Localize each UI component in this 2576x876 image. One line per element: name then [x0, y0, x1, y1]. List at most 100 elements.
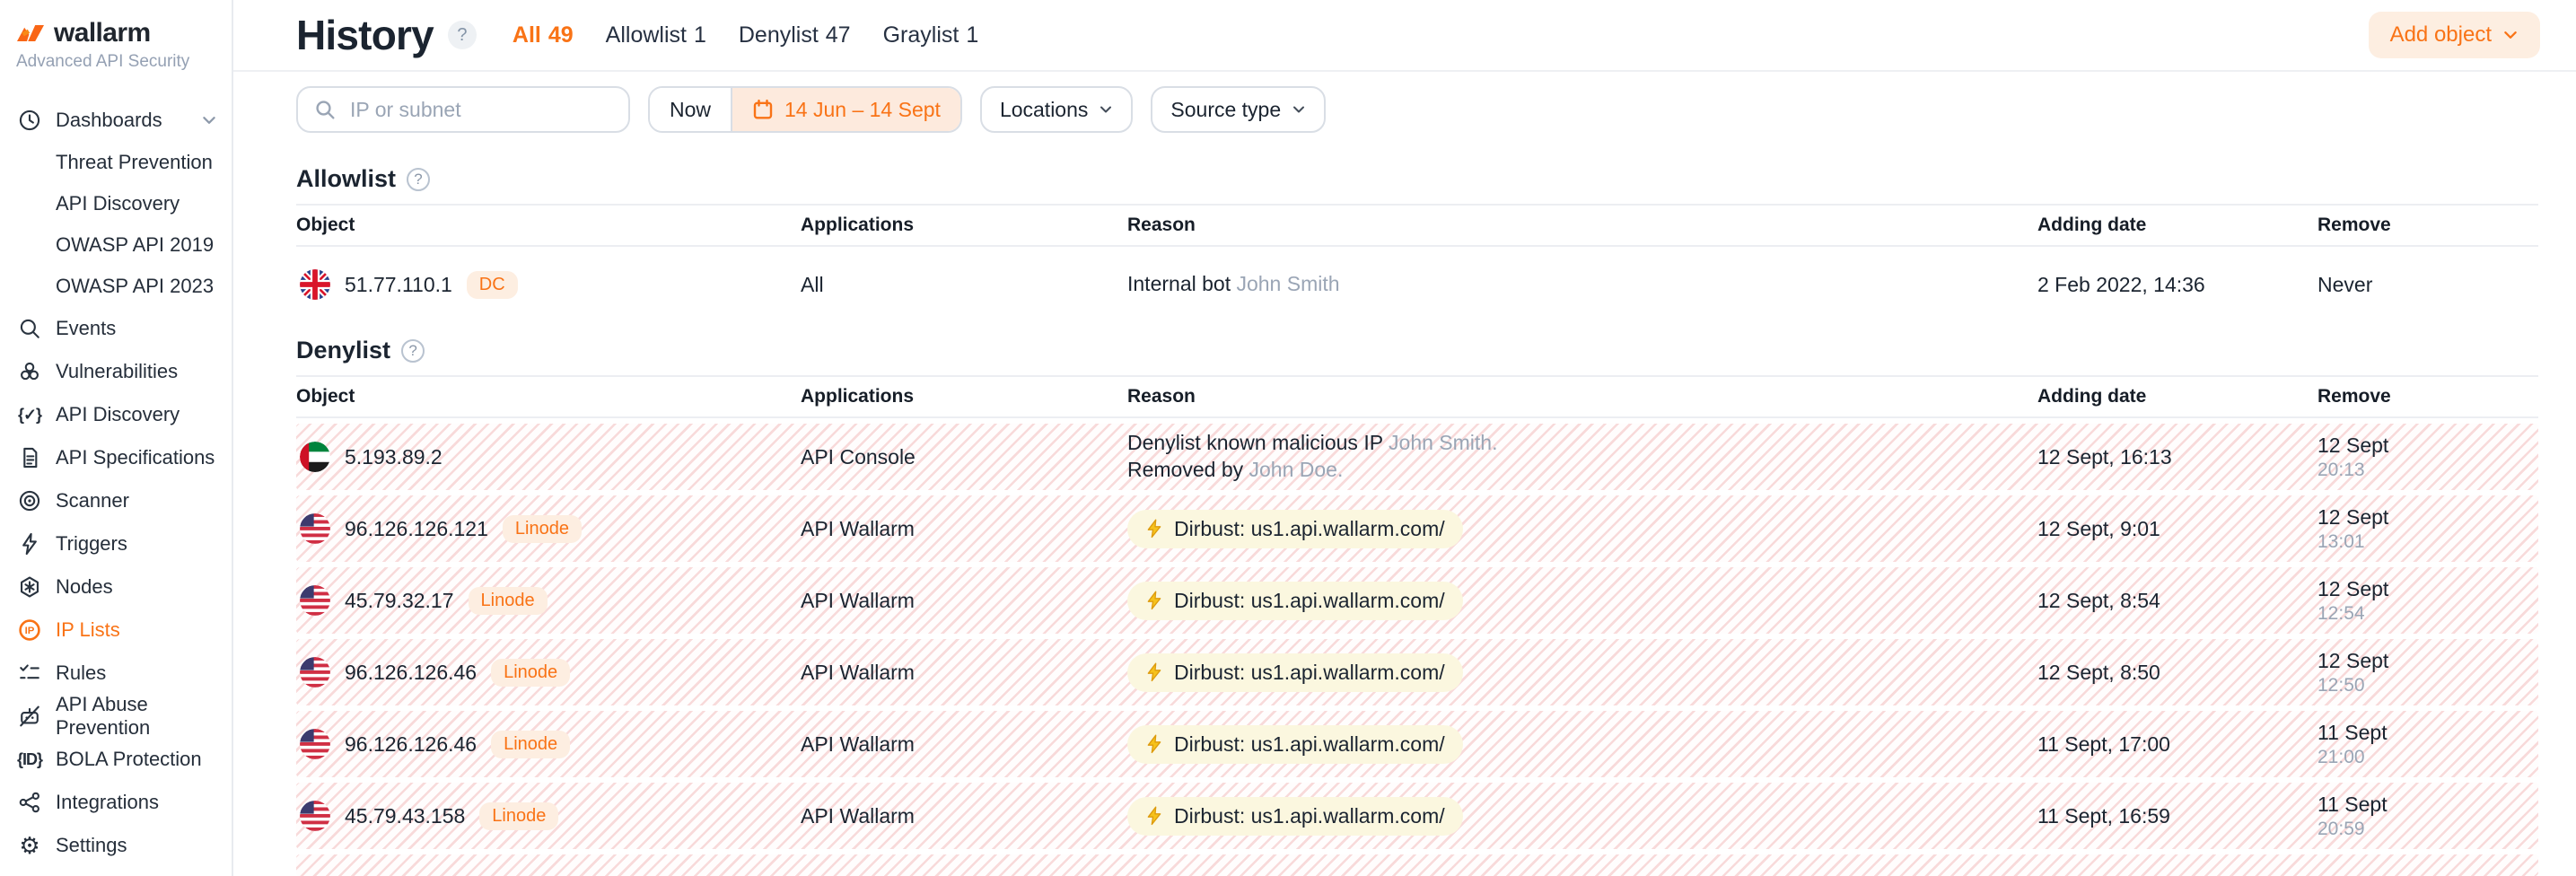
reason-cell: Dirbust: us1.api.wallarm.com/ [1109, 797, 2037, 836]
sidebar-item-label: IP Lists [56, 618, 120, 642]
sidebar-item-bola-protection[interactable]: {ID}BOLA Protection [16, 738, 232, 781]
allowlist-heading: Allowlist ? [296, 165, 2538, 193]
lightning-icon [1145, 519, 1163, 539]
attack-reason-pill[interactable]: Dirbust: us1.api.wallarm.com/ [1127, 725, 1463, 764]
sidebar-item-label: Rules [56, 661, 106, 685]
table-row[interactable]: 51.77.110.1DCAllInternal bot John Smith2… [296, 247, 2538, 322]
attack-reason-pill[interactable]: Dirbust: us1.api.wallarm.com/ [1127, 510, 1463, 548]
sidebar-item-triggers[interactable]: Triggers [16, 522, 232, 565]
biohazard-icon [16, 360, 43, 383]
ip-address[interactable]: 45.79.32.17 [345, 589, 454, 613]
remove-date: 12 Sept [2318, 505, 2538, 530]
table-row[interactable]: 45.79.32.17LinodeAPI WallarmDirbust: us1… [296, 567, 2538, 634]
adding-date-cell: 11 Sept, 17:00 [2037, 732, 2318, 757]
reason-cell: Denylist known malicious IP John Smith.R… [1109, 430, 2037, 484]
applications-cell: API Wallarm [801, 589, 1109, 613]
sidebar-item-api-specifications[interactable]: API Specifications [16, 436, 232, 479]
table-row[interactable]: 45.79.43.158LinodeAPI WallarmDirbust: us… [296, 783, 2538, 849]
remove-cell: 12 Sept12:54 [2318, 577, 2538, 625]
table-row[interactable]: 96.126.126.121LinodeAPI WallarmDirbust: … [296, 495, 2538, 562]
sidebar-item-label: API Specifications [56, 446, 215, 469]
sidebar-item-vulnerabilities[interactable]: Vulnerabilities [16, 350, 232, 393]
sidebar-item-settings[interactable]: ⚙Settings [16, 824, 232, 867]
sidebar-item-label: Scanner [56, 489, 129, 512]
denylist-section: Denylist ? ObjectApplicationsReasonAddin… [233, 322, 2576, 876]
object-cell: 96.126.126.121Linode [296, 513, 801, 544]
sidebar-item-label: Settings [56, 834, 127, 857]
remove-cell: 12 Sept12:50 [2318, 649, 2538, 696]
calendar-icon [752, 99, 774, 120]
help-icon[interactable]: ? [448, 21, 477, 49]
remove-date: Never [2318, 273, 2538, 297]
sidebar-item-label: Vulnerabilities [56, 360, 178, 383]
brand-name: wallarm [54, 18, 151, 48]
allowlist-table-header: ObjectApplicationsReasonAdding dateRemov… [296, 204, 2538, 247]
help-icon[interactable]: ? [407, 168, 430, 191]
table-row[interactable]: 96.126.126.46LinodeAPI WallarmDirbust: u… [296, 639, 2538, 705]
sidebar-subitem-owasp-api-2023[interactable]: OWASP API 2023 [16, 266, 232, 307]
lightning-icon [1145, 734, 1163, 754]
source-type-dropdown[interactable]: Source type [1151, 86, 1326, 133]
search-input[interactable] [346, 96, 612, 124]
tab-allowlist[interactable]: Allowlist1 [606, 22, 706, 48]
help-icon[interactable]: ? [401, 339, 425, 363]
sidebar-item-label: BOLA Protection [56, 748, 202, 771]
adding-date-cell: 12 Sept, 8:50 [2037, 661, 2318, 685]
sidebar-item-api-discovery[interactable]: {✓}API Discovery [16, 393, 232, 436]
add-object-button[interactable]: Add object [2369, 12, 2540, 58]
reason-line: Removed by John Doe. [1127, 457, 2037, 484]
attack-reason-pill[interactable]: Dirbust: us1.api.wallarm.com/ [1127, 797, 1463, 836]
sidebar-item-dashboards[interactable]: Dashboards [16, 99, 232, 142]
sidebar-subitem-threat-prevention[interactable]: Threat Prevention [16, 142, 232, 183]
object-cell: 45.79.43.158Linode [296, 801, 801, 831]
ip-address[interactable]: 96.126.126.121 [345, 517, 488, 541]
sidebar-item-events[interactable]: Events [16, 307, 232, 350]
sidebar-item-scanner[interactable]: Scanner [16, 479, 232, 522]
ip-address[interactable]: 51.77.110.1 [345, 273, 452, 297]
sidebar-nav: DashboardsThreat PreventionAPI Discovery… [16, 99, 232, 867]
checklist-icon [16, 661, 43, 685]
sidebar-subitem-api-discovery[interactable]: API Discovery [16, 183, 232, 224]
ip-address[interactable]: 96.126.126.46 [345, 732, 477, 757]
table-row[interactable]: 5.193.89.2 API ConsoleDenylist known mali… [296, 424, 2538, 490]
allowlist-title: Allowlist [296, 165, 396, 193]
remove-date: 12 Sept [2318, 434, 2538, 458]
document-icon [16, 446, 43, 469]
now-toggle[interactable]: Now [650, 88, 732, 131]
tab-graylist[interactable]: Graylist1 [883, 22, 979, 48]
sidebar-subitem-owasp-api-2019[interactable]: OWASP API 2019 [16, 224, 232, 266]
scanner-icon [16, 489, 43, 512]
attack-reason-pill[interactable]: Dirbust: us1.api.wallarm.com/ [1127, 653, 1463, 692]
table-row[interactable]: 96.126.126.46LinodeAPI WallarmDirbust: u… [296, 711, 2538, 777]
applications-cell: All [801, 273, 1109, 297]
reason-cell: Internal bot John Smith [1109, 271, 2037, 298]
sidebar-item-ip-lists[interactable]: IPIP Lists [16, 609, 232, 652]
sidebar-item-api-abuse-prevention[interactable]: API Abuse Prevention [16, 695, 232, 738]
date-range-picker[interactable]: 14 Jun – 14 Sept [732, 88, 960, 131]
column-header-applications: Applications [801, 215, 1109, 236]
column-header-remove: Remove [2318, 215, 2538, 236]
ip-address[interactable]: 96.126.126.46 [345, 661, 477, 685]
tab-denylist[interactable]: Denylist47 [739, 22, 851, 48]
ip-address[interactable]: 5.193.89.2 [345, 445, 442, 469]
denylist-heading: Denylist ? [296, 337, 2538, 364]
applications-cell: API Console [801, 445, 1109, 469]
column-header-remove: Remove [2318, 386, 2538, 407]
ip-address[interactable]: 45.79.43.158 [345, 804, 465, 828]
sidebar-item-nodes[interactable]: Nodes [16, 565, 232, 609]
locations-dropdown[interactable]: Locations [980, 86, 1133, 133]
date-range-label: 14 Jun – 14 Sept [784, 98, 941, 122]
sidebar-item-label: Triggers [56, 532, 127, 556]
tab-all[interactable]: All49 [513, 22, 574, 48]
brand-logo[interactable]: wallarm [16, 18, 232, 48]
sidebar-item-integrations[interactable]: Integrations [16, 781, 232, 824]
column-header-adding-date: Adding date [2037, 215, 2318, 236]
tab-label: Graylist [883, 22, 959, 48]
sidebar-item-rules[interactable]: Rules [16, 652, 232, 695]
attack-reason-pill[interactable]: Dirbust: us1.api.wallarm.com/ [1127, 582, 1463, 620]
reason-cell: Dirbust: us1.api.wallarm.com/ [1109, 725, 2037, 764]
tab-count: 49 [548, 22, 574, 48]
country-flag-icon [300, 729, 330, 759]
adding-date-cell: 12 Sept, 8:54 [2037, 589, 2318, 613]
search-box [296, 86, 630, 133]
